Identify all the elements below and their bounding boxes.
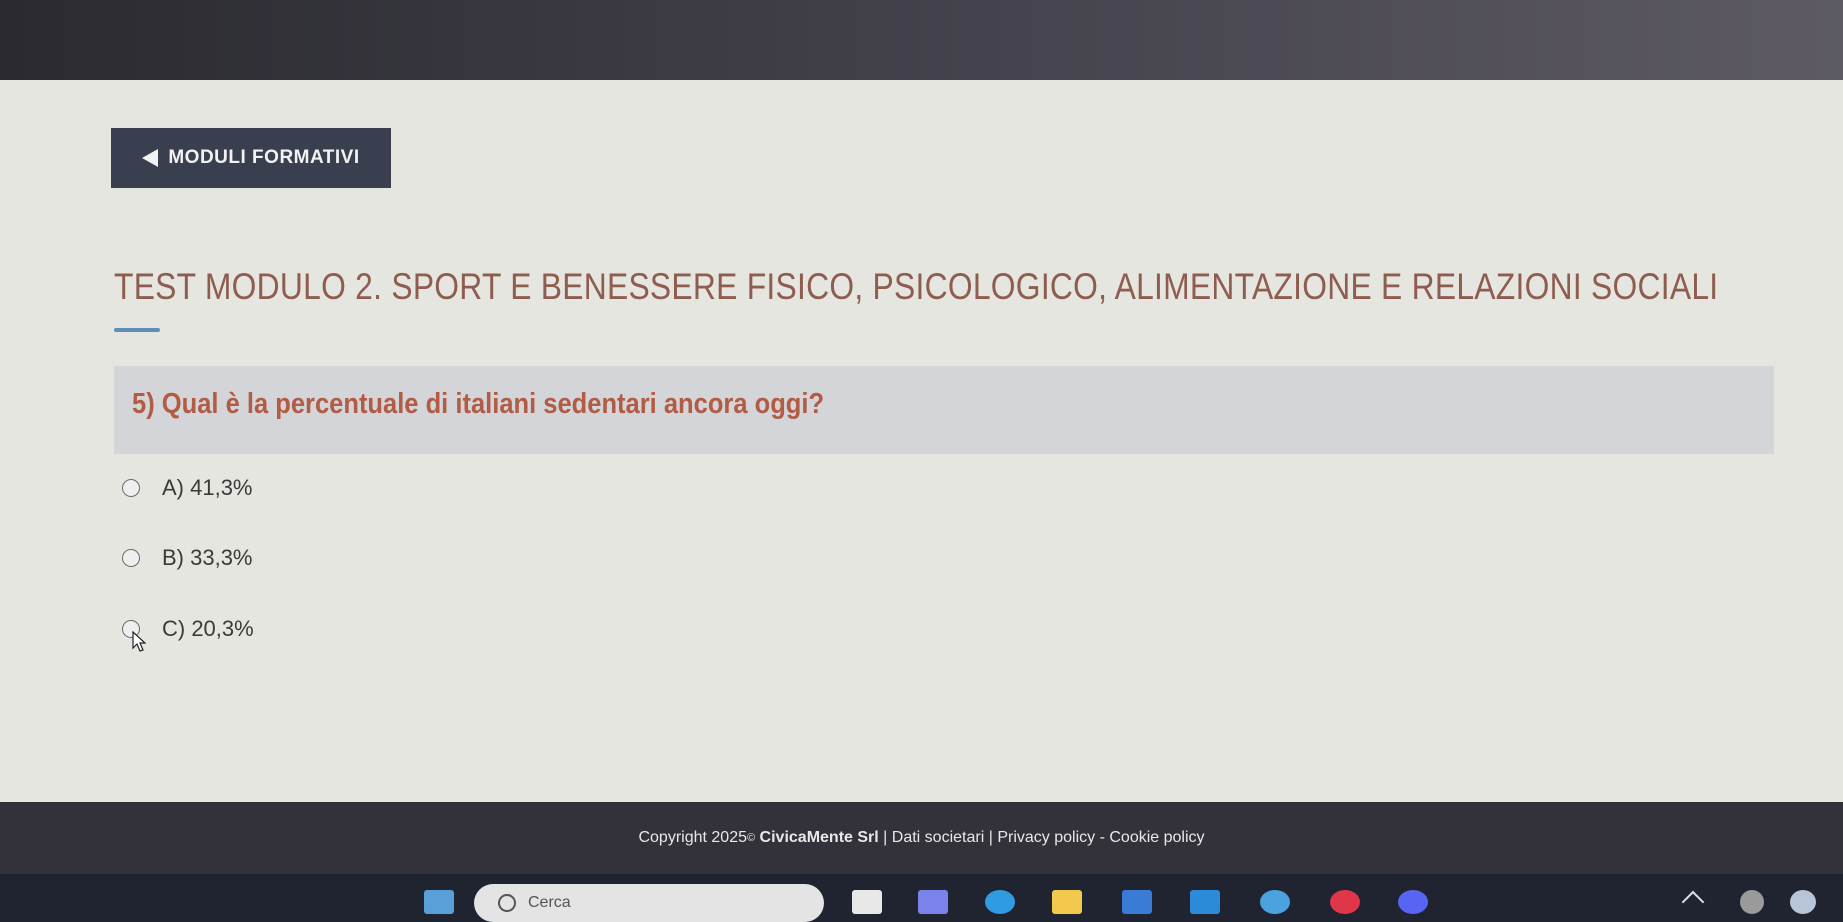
store-icon[interactable]	[1122, 890, 1152, 914]
widgets-icon[interactable]	[424, 890, 454, 914]
option-a[interactable]: A) 41,3%	[122, 470, 253, 506]
mail-icon[interactable]	[1190, 890, 1220, 914]
edge-icon[interactable]	[985, 890, 1015, 914]
option-b[interactable]: B) 33,3%	[122, 540, 253, 576]
quiz-page: MODULI FORMATIVI TEST MODULO 2. SPORT E …	[0, 80, 1843, 802]
question-box: 5) Qual è la percentuale di italiani sed…	[114, 366, 1774, 454]
task-view-icon[interactable]	[852, 890, 882, 914]
option-label: C) 20,3%	[162, 616, 254, 641]
option-label: B) 33,3%	[162, 545, 253, 570]
option-label: A) 41,3%	[162, 475, 253, 500]
tray-icon[interactable]	[1740, 890, 1764, 914]
teams-icon[interactable]	[918, 890, 948, 914]
windows-taskbar: Cerca	[0, 874, 1843, 922]
back-button-label: MODULI FORMATIVI	[168, 147, 360, 168]
title-underline	[114, 328, 160, 332]
radio-button[interactable]	[122, 549, 140, 567]
site-footer: Copyright 2025 © CivicaMente Srl | Dati s…	[0, 802, 1843, 874]
browser-top-area	[0, 0, 1843, 80]
copyright-symbol: ©	[746, 832, 756, 844]
separator-dash: -	[1099, 829, 1105, 846]
file-explorer-icon[interactable]	[1052, 890, 1082, 914]
privacy-policy-link[interactable]: Privacy policy	[997, 829, 1095, 847]
separator: |	[883, 829, 888, 846]
search-icon	[498, 894, 516, 912]
chevron-up-icon[interactable]	[1681, 890, 1705, 914]
back-to-modules-button[interactable]: MODULI FORMATIVI	[111, 128, 391, 188]
cookie-policy-link[interactable]: Cookie policy	[1109, 829, 1204, 847]
opera-icon[interactable]	[1330, 890, 1360, 914]
company-name: CivicaMente Srl	[759, 829, 879, 846]
separator: |	[988, 829, 993, 846]
mouse-pointer-icon	[132, 631, 146, 652]
question-text: 5) Qual è la percentuale di italiani sed…	[132, 388, 825, 420]
search-placeholder: Cerca	[528, 894, 571, 911]
copyright-text: Copyright 2025	[638, 829, 747, 846]
radio-button[interactable]	[122, 479, 140, 497]
company-info-link[interactable]: Dati societari	[892, 829, 984, 847]
copilot-icon[interactable]	[1790, 890, 1816, 914]
taskbar-search-box[interactable]: Cerca	[474, 884, 824, 922]
page-title: TEST MODULO 2. SPORT E BENESSERE FISICO,…	[114, 266, 1719, 307]
app-icon[interactable]	[1260, 890, 1290, 914]
discord-icon[interactable]	[1398, 890, 1428, 914]
back-arrow-icon	[142, 149, 159, 167]
